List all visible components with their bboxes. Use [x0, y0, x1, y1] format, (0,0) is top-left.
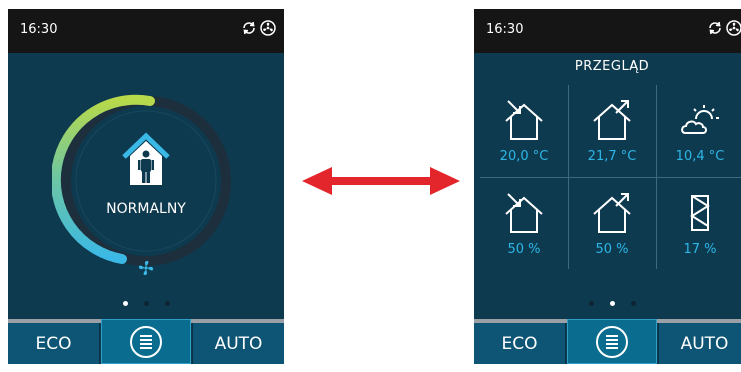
clock: 16:30 [486, 22, 524, 37]
home-icon [122, 132, 170, 185]
overview-tile[interactable]: 21,7 °C [568, 85, 656, 177]
menu-icon [596, 325, 628, 358]
tile-value: 50 % [507, 242, 541, 257]
page-dot[interactable] [609, 301, 615, 306]
tile-value: 17 % [683, 242, 717, 257]
house-air-in-icon [505, 100, 543, 140]
status-bar: 16:30 [8, 9, 284, 53]
auto-button[interactable]: AUTO [658, 323, 741, 364]
overview-tile[interactable]: 17 % [656, 178, 741, 270]
sync-icon [243, 21, 255, 35]
overview-screen: 16:30 PRZEGLĄD 20,0 °C 21,7 °C 10,4 °C 5… [474, 9, 741, 364]
page-dot[interactable] [143, 301, 149, 306]
fan-status-icon [260, 20, 276, 36]
tile-value: 21,7 °C [587, 149, 637, 164]
page-indicator [8, 301, 284, 306]
page-dot[interactable] [164, 301, 170, 306]
page-dot[interactable] [122, 301, 128, 306]
bottom-bar: ECO AUTO [8, 319, 284, 364]
double-arrow-icon [302, 167, 460, 195]
main-screen: 16:30 NORMALNY ECO AUTO [8, 9, 284, 364]
page-dot[interactable] [630, 301, 636, 306]
sync-icon [709, 21, 721, 35]
overview-tile[interactable]: 50 % [568, 178, 656, 270]
house-air-out-icon [593, 100, 631, 140]
auto-button[interactable]: AUTO [192, 323, 284, 364]
page-dot[interactable] [588, 301, 594, 306]
overview-tile[interactable]: 10,4 °C [656, 85, 741, 177]
overview-tile[interactable]: 50 % [480, 178, 568, 270]
fan-speed-icon [138, 260, 154, 276]
tile-value: 10,4 °C [675, 149, 725, 164]
mode-label: NORMALNY [106, 201, 186, 217]
tile-value: 50 % [595, 242, 629, 257]
filter-icon [690, 195, 710, 231]
clock: 16:30 [20, 22, 58, 37]
overview-grid: 20,0 °C 21,7 °C 10,4 °C 50 % 50 % 17 % [480, 85, 741, 269]
eco-button[interactable]: ECO [474, 323, 566, 364]
fan-status-icon [726, 20, 741, 36]
page-indicator [474, 301, 741, 306]
menu-icon [130, 325, 162, 358]
eco-button[interactable]: ECO [8, 323, 100, 364]
overview-tile[interactable]: 20,0 °C [480, 85, 568, 177]
bottom-bar: ECO AUTO [474, 319, 741, 364]
sun-cloud-icon [681, 105, 719, 134]
house-air-in-icon [505, 193, 543, 233]
house-air-out-icon [593, 193, 631, 233]
status-bar: 16:30 [474, 9, 741, 53]
menu-button[interactable] [567, 319, 657, 364]
menu-button[interactable] [101, 319, 191, 364]
page-title: PRZEGLĄD [574, 59, 650, 74]
tile-value: 20,0 °C [499, 149, 549, 164]
